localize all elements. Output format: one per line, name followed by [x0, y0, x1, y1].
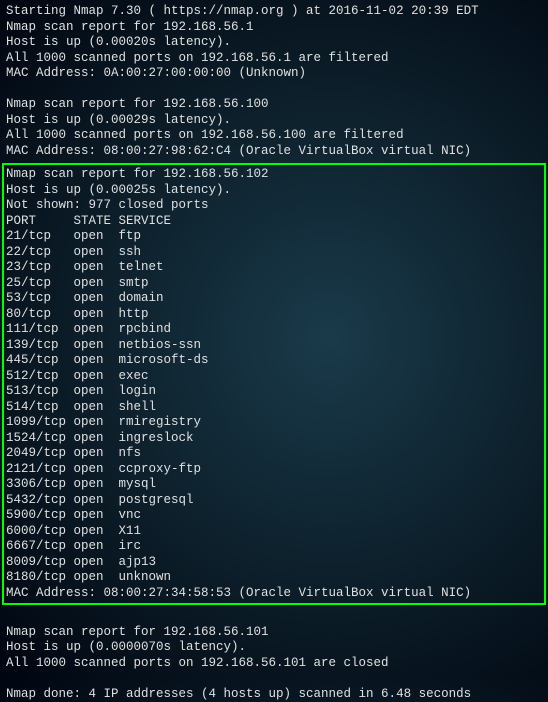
port-row: 1524/tcp open ingreslock [6, 431, 542, 447]
blank-line [6, 671, 542, 687]
port-row: 53/tcp open domain [6, 291, 542, 307]
host3-status: Host is up (0.00025s latency). [6, 183, 542, 199]
port-row: 6667/tcp open irc [6, 539, 542, 555]
host1-report: Nmap scan report for 192.168.56.1 [6, 20, 542, 36]
blank-line [6, 82, 542, 98]
host4-ports: All 1000 scanned ports on 192.168.56.101… [6, 656, 542, 672]
port-row: 5432/tcp open postgresql [6, 493, 542, 509]
port-row: 22/tcp open ssh [6, 245, 542, 261]
nmap-footer: Nmap done: 4 IP addresses (4 hosts up) s… [6, 687, 542, 702]
host1-mac: MAC Address: 0A:00:27:00:00:00 (Unknown) [6, 66, 542, 82]
port-row: 5900/tcp open vnc [6, 508, 542, 524]
host4-status: Host is up (0.0000070s latency). [6, 640, 542, 656]
highlighted-host-block: Nmap scan report for 192.168.56.102 Host… [2, 163, 546, 605]
port-row: 514/tcp open shell [6, 400, 542, 416]
port-table-header: PORT STATE SERVICE [6, 214, 542, 230]
port-row: 23/tcp open telnet [6, 260, 542, 276]
port-row: 2121/tcp open ccproxy-ftp [6, 462, 542, 478]
port-row: 8009/tcp open ajp13 [6, 555, 542, 571]
port-row: 80/tcp open http [6, 307, 542, 323]
host2-report: Nmap scan report for 192.168.56.100 [6, 97, 542, 113]
port-row: 6000/tcp open X11 [6, 524, 542, 540]
host3-notshown: Not shown: 977 closed ports [6, 198, 542, 214]
port-row: 139/tcp open netbios-ssn [6, 338, 542, 354]
port-row: 8180/tcp open unknown [6, 570, 542, 586]
port-row: 25/tcp open smtp [6, 276, 542, 292]
host3-mac: MAC Address: 08:00:27:34:58:53 (Oracle V… [6, 586, 542, 602]
port-row: 1099/tcp open rmiregistry [6, 415, 542, 431]
host2-ports: All 1000 scanned ports on 192.168.56.100… [6, 128, 542, 144]
port-row: 2049/tcp open nfs [6, 446, 542, 462]
nmap-header: Starting Nmap 7.30 ( https://nmap.org ) … [6, 4, 542, 20]
host1-ports: All 1000 scanned ports on 192.168.56.1 a… [6, 51, 542, 67]
host4-report: Nmap scan report for 192.168.56.101 [6, 625, 542, 641]
port-row: 21/tcp open ftp [6, 229, 542, 245]
port-list: 21/tcp open ftp22/tcp open ssh23/tcp ope… [6, 229, 542, 586]
port-row: 111/tcp open rpcbind [6, 322, 542, 338]
host2-mac: MAC Address: 08:00:27:98:62:C4 (Oracle V… [6, 144, 542, 160]
host2-status: Host is up (0.00029s latency). [6, 113, 542, 129]
host1-status: Host is up (0.00020s latency). [6, 35, 542, 51]
port-row: 512/tcp open exec [6, 369, 542, 385]
port-row: 445/tcp open microsoft-ds [6, 353, 542, 369]
host3-report: Nmap scan report for 192.168.56.102 [6, 167, 542, 183]
blank-line [6, 609, 542, 625]
port-row: 513/tcp open login [6, 384, 542, 400]
port-row: 3306/tcp open mysql [6, 477, 542, 493]
